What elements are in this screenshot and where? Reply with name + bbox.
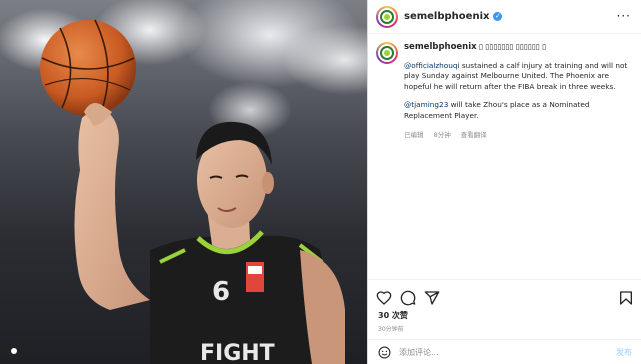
caption-time: 8分钟 (433, 130, 451, 139)
photo-illustration: FIGHT 6 (40, 19, 345, 364)
comment-icon[interactable] (400, 290, 416, 306)
comment-input[interactable] (399, 347, 616, 357)
post-image[interactable]: FIGHT 6 (0, 0, 367, 364)
caption-body: semelbphoenix ▯ ▯▯▯▯▯▯▯ ▯▯▯▯▯▯ ▯ @offici… (404, 42, 630, 140)
emoji-icon[interactable] (378, 346, 391, 359)
bookmark-icon[interactable] (618, 290, 634, 306)
profile-avatar[interactable] (376, 5, 398, 28)
post-time: 30分钟前 (378, 326, 404, 333)
translate-link[interactable]: 查看翻译 (461, 131, 487, 139)
caption-meta: 已编辑 8分钟 查看翻译 (404, 130, 630, 141)
post-sidebar: semelbphoenix ✓ ··· semelbphoenix ▯ ▯▯▯▯… (367, 0, 641, 364)
mention-tjaming[interactable]: @tjaming23 (404, 100, 448, 109)
comment-bar: 发布 (368, 339, 641, 364)
post-header: semelbphoenix ✓ ··· (368, 0, 641, 34)
share-icon[interactable] (424, 290, 440, 306)
action-icons (368, 280, 641, 308)
caption: semelbphoenix ▯ ▯▯▯▯▯▯▯ ▯▯▯▯▯▯ ▯ @offici… (368, 34, 641, 140)
player-arm (74, 103, 150, 310)
caption-emoji-line: ▯ ▯▯▯▯▯▯▯ ▯▯▯▯▯▯ ▯ (478, 42, 547, 51)
mention-zhouqi[interactable]: @officialzhouqi (404, 61, 460, 70)
caption-username[interactable]: semelbphoenix (404, 42, 477, 52)
like-count[interactable]: 30 次赞 (368, 308, 641, 321)
heart-icon[interactable] (376, 290, 392, 306)
more-icon[interactable]: ··· (617, 9, 631, 23)
post-actions: 30 次赞 30分钟前 发布 (368, 279, 641, 364)
jersey-number: 6 (212, 277, 230, 307)
post-comment-button[interactable]: 发布 (616, 347, 632, 358)
header-username[interactable]: semelbphoenix (404, 11, 489, 22)
verified-icon: ✓ (493, 12, 503, 21)
caption-avatar[interactable] (376, 42, 398, 64)
basketball (40, 19, 136, 116)
player-head (196, 121, 274, 249)
edited-label: 已编辑 (404, 130, 424, 139)
tagged-user-icon[interactable] (6, 343, 22, 359)
jersey-text: FIGHT (200, 341, 275, 364)
